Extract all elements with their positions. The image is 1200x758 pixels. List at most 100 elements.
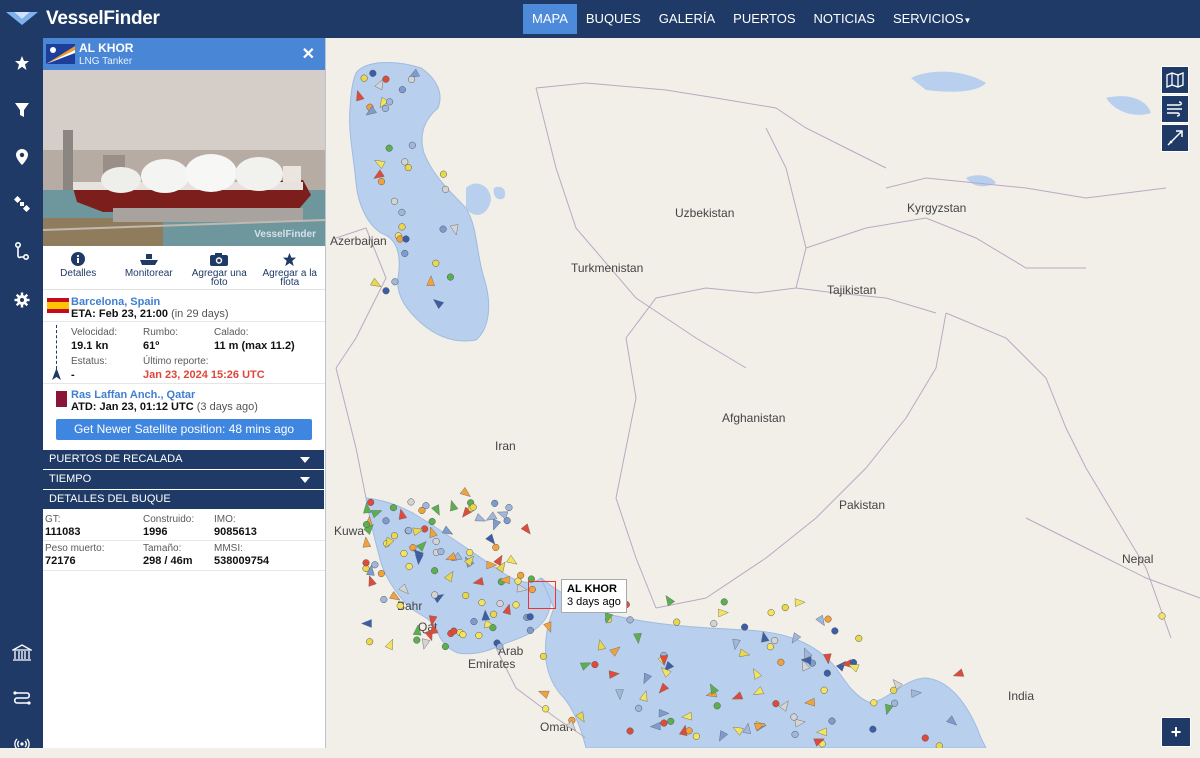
vessel-arrow[interactable]	[579, 659, 592, 671]
vessel-dot[interactable]	[492, 543, 500, 551]
vessel-dot[interactable]	[362, 521, 371, 529]
vessel-arrow[interactable]	[370, 507, 383, 519]
vessel-tooltip[interactable]: AL KHOR 3 days ago	[561, 579, 627, 613]
vessel-dot[interactable]	[396, 602, 404, 610]
vessel-arrow[interactable]	[506, 554, 519, 567]
vessel-dot[interactable]	[720, 598, 728, 606]
vessel-arrow[interactable]	[543, 621, 555, 634]
vessel-arrow[interactable]	[565, 720, 579, 734]
vessel-dot[interactable]	[398, 223, 406, 231]
vessel-dot[interactable]	[591, 661, 599, 669]
star-icon[interactable]	[0, 48, 43, 78]
vessel-dot[interactable]	[437, 548, 445, 556]
vessel-arrow[interactable]	[663, 593, 676, 607]
vessel-arrow[interactable]	[427, 526, 438, 539]
vessel-details-section[interactable]: DETALLES DEL BUQUE	[43, 490, 324, 509]
vessel-arrow[interactable]	[633, 633, 643, 645]
vessel-dot[interactable]	[505, 504, 513, 512]
vessel-dot[interactable]	[526, 626, 534, 634]
nav-galeria[interactable]: GALERÍA	[650, 4, 724, 34]
vessel-arrow[interactable]	[751, 686, 765, 699]
vessel-arrow[interactable]	[370, 277, 383, 290]
vessel-dot[interactable]	[635, 704, 643, 712]
vessel-dot[interactable]	[462, 591, 470, 599]
add-fleet-button[interactable]: Agregar a la flota	[255, 246, 326, 289]
vessel-dot[interactable]	[741, 623, 749, 631]
nav-mapa[interactable]: MAPA	[523, 4, 577, 34]
vessel-arrow[interactable]	[398, 583, 412, 597]
vessel-arrow[interactable]	[707, 682, 719, 695]
vessel-dot[interactable]	[367, 498, 375, 506]
vessel-arrow[interactable]	[680, 711, 693, 721]
vessel-dot[interactable]	[366, 638, 374, 646]
vessel-arrow[interactable]	[474, 513, 487, 524]
vessel-arrow[interactable]	[384, 638, 396, 651]
vessel-arrow[interactable]	[739, 648, 751, 659]
vessel-arrow[interactable]	[639, 690, 650, 702]
vessel-dot[interactable]	[390, 197, 398, 205]
map-canvas[interactable]: Azerbaijan Uzbekistan Kyrgyzstan Turkmen…	[326, 38, 1200, 748]
vessel-dot[interactable]	[382, 75, 390, 83]
vessel-arrow[interactable]	[431, 296, 445, 310]
vessel-dot[interactable]	[512, 601, 520, 609]
vessel-arrow[interactable]	[447, 499, 459, 512]
signal-icon[interactable]	[0, 728, 43, 758]
vessel-dot[interactable]	[382, 517, 390, 525]
vessel-dot[interactable]	[405, 527, 413, 535]
vessel-dot[interactable]	[401, 158, 409, 166]
vessel-dot[interactable]	[869, 725, 877, 733]
destination-port[interactable]: Barcelona, Spain	[71, 296, 160, 308]
vessel-dot[interactable]	[407, 498, 415, 506]
vessel-dot[interactable]	[823, 669, 831, 677]
measure-icon[interactable]	[1161, 124, 1189, 152]
vessel-dot[interactable]	[626, 616, 634, 624]
filter-icon[interactable]	[0, 95, 43, 125]
vessel-dot[interactable]	[389, 504, 398, 512]
vessel-dot[interactable]	[692, 732, 700, 740]
vessel-photo[interactable]: VesselFinder	[43, 70, 325, 246]
vessel-dot[interactable]	[891, 699, 899, 707]
vessel-arrow[interactable]	[731, 638, 741, 651]
logo[interactable]: VesselFinder	[4, 8, 160, 30]
vessel-arrow[interactable]	[815, 727, 827, 737]
vessel-dot[interactable]	[790, 713, 798, 721]
vessel-dot[interactable]	[542, 705, 550, 713]
vessel-arrow[interactable]	[608, 670, 620, 679]
selected-vessel-marker[interactable]	[528, 581, 556, 609]
vessel-arrow[interactable]	[360, 619, 372, 628]
vessel-dot[interactable]	[526, 613, 534, 621]
vessel-arrow[interactable]	[658, 708, 670, 718]
vessel-arrow[interactable]	[883, 703, 894, 716]
vessel-dot[interactable]	[401, 249, 409, 257]
vessel-arrow[interactable]	[640, 672, 653, 685]
vessel-arrow[interactable]	[472, 576, 484, 587]
vessel-dot[interactable]	[432, 259, 440, 267]
vessel-dot[interactable]	[390, 532, 399, 540]
vessel-dot[interactable]	[377, 569, 385, 578]
vessel-arrow[interactable]	[716, 730, 729, 744]
vessel-dot[interactable]	[402, 235, 410, 243]
vessel-dot[interactable]	[418, 506, 426, 515]
vessel-dot[interactable]	[767, 609, 775, 617]
vessel-arrow[interactable]	[789, 632, 802, 646]
vessel-dot[interactable]	[380, 595, 388, 604]
vessel-dot[interactable]	[831, 627, 839, 635]
vessel-dot[interactable]	[360, 74, 368, 82]
vessel-dot[interactable]	[1158, 612, 1166, 620]
vessel-dot[interactable]	[459, 631, 467, 639]
nav-servicios[interactable]: SERVICIOS▼	[884, 4, 980, 34]
vessel-dot[interactable]	[441, 642, 449, 651]
vessel-dot[interactable]	[450, 627, 458, 635]
vessel-dot[interactable]	[777, 658, 785, 666]
vessel-dot[interactable]	[921, 734, 929, 742]
vessel-arrow[interactable]	[444, 569, 456, 583]
vessel-arrow[interactable]	[759, 631, 770, 643]
vessel-arrow[interactable]	[750, 667, 763, 680]
route-icon[interactable]	[0, 236, 43, 266]
map-pin-icon[interactable]	[0, 142, 43, 172]
vessel-arrow[interactable]	[389, 591, 402, 603]
vessel-arrow[interactable]	[354, 89, 365, 102]
vessel-dot[interactable]	[855, 634, 863, 642]
vessel-arrow[interactable]	[449, 224, 460, 236]
vessel-arrow[interactable]	[731, 724, 744, 736]
